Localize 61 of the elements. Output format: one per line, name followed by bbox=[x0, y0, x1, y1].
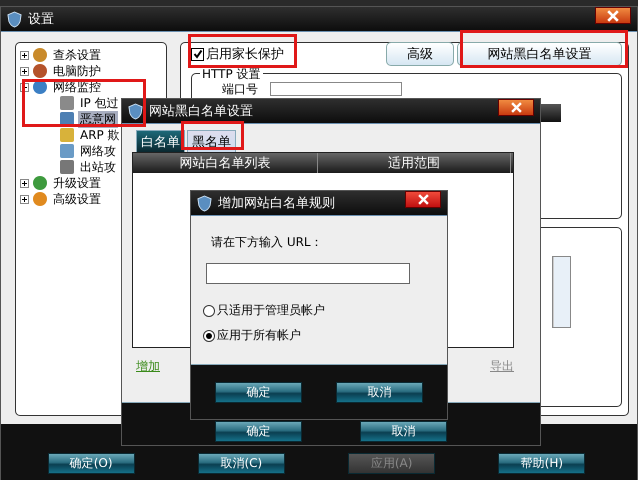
radio-option[interactable]: 应用于所有帐户 bbox=[203, 327, 433, 344]
tree-item[interactable]: IP 包过 bbox=[78, 94, 121, 112]
close-button[interactable] bbox=[405, 191, 441, 208]
dialog-button[interactable]: 取消(C) bbox=[198, 453, 285, 474]
tree-node-icon bbox=[60, 144, 74, 158]
shield-icon bbox=[197, 194, 212, 212]
dialog-button[interactable]: 确定(O) bbox=[48, 453, 135, 474]
dialog-button[interactable]: 确定 bbox=[215, 382, 302, 402]
tree-item[interactable]: 网络攻 bbox=[78, 142, 118, 160]
close-button[interactable] bbox=[595, 7, 631, 24]
expander-icon[interactable] bbox=[20, 50, 29, 60]
shield-icon bbox=[128, 102, 143, 120]
tree-item[interactable]: 升级设置 bbox=[51, 174, 103, 192]
expander-icon[interactable] bbox=[20, 178, 29, 188]
radio-label: 只适用于管理员帐户 bbox=[217, 302, 325, 319]
column-header[interactable]: 适用范围 bbox=[318, 153, 511, 173]
radio-button[interactable] bbox=[203, 304, 215, 316]
checkbox[interactable] bbox=[191, 48, 204, 60]
port-field[interactable] bbox=[270, 82, 402, 96]
window-title: 设置 bbox=[28, 11, 54, 28]
tree-item[interactable]: 查杀设置 bbox=[51, 46, 103, 64]
close-icon bbox=[607, 10, 619, 22]
dialog-button[interactable]: 取消 bbox=[336, 382, 423, 402]
tree-node-icon bbox=[33, 192, 47, 206]
tree-item[interactable]: 电脑防护 bbox=[51, 62, 103, 80]
tree-item[interactable]: 出站攻 bbox=[78, 158, 118, 176]
group-title: HTTP 设置 bbox=[200, 67, 263, 81]
radio-option[interactable]: 只适用于管理员帐户 bbox=[203, 302, 433, 319]
parental-checkbox[interactable]: 启用家长保护 bbox=[191, 45, 284, 63]
dialog-button[interactable]: 取消 bbox=[360, 421, 447, 442]
window-title: 网站黑白名单设置 bbox=[149, 103, 253, 120]
radio-button[interactable] bbox=[203, 330, 215, 342]
tree-item[interactable]: ARP 欺 bbox=[78, 126, 122, 144]
advanced-button[interactable]: 高级 bbox=[386, 42, 454, 66]
tree-item[interactable]: 网络监控 bbox=[51, 78, 103, 96]
tree-node-icon bbox=[33, 64, 47, 78]
list-settings-button[interactable]: 网站黑白名单设置 bbox=[457, 42, 622, 66]
expander-icon[interactable] bbox=[20, 194, 29, 204]
close-icon bbox=[418, 194, 428, 205]
url-field[interactable] bbox=[206, 263, 410, 284]
url-prompt: 请在下方输入 URL： bbox=[210, 234, 324, 251]
tree-node-icon bbox=[33, 176, 47, 190]
column-header[interactable]: 网站白名单列表 bbox=[133, 153, 318, 173]
tree-item[interactable]: 高级设置 bbox=[51, 190, 103, 208]
tab[interactable]: 白名单 bbox=[136, 130, 185, 152]
tree-node-icon bbox=[60, 160, 74, 174]
tree-node-icon bbox=[33, 48, 47, 62]
tree-node-icon bbox=[60, 96, 74, 110]
tree-node-icon bbox=[60, 128, 74, 142]
highlight-frame bbox=[181, 121, 244, 150]
window-title: 增加网站白名单规则 bbox=[218, 195, 335, 212]
port-label: 端口号 bbox=[222, 82, 258, 96]
dialog-button[interactable]: 确定 bbox=[215, 421, 302, 442]
expander-icon[interactable] bbox=[20, 66, 29, 76]
dialog-button[interactable]: 帮助(H) bbox=[498, 453, 586, 474]
shield-icon bbox=[7, 10, 22, 28]
link[interactable]: 增加 bbox=[136, 358, 160, 375]
close-button[interactable] bbox=[498, 99, 534, 116]
checkbox-label: 启用家长保护 bbox=[206, 46, 284, 63]
close-icon bbox=[510, 102, 522, 113]
radio-label: 应用于所有帐户 bbox=[217, 327, 301, 344]
